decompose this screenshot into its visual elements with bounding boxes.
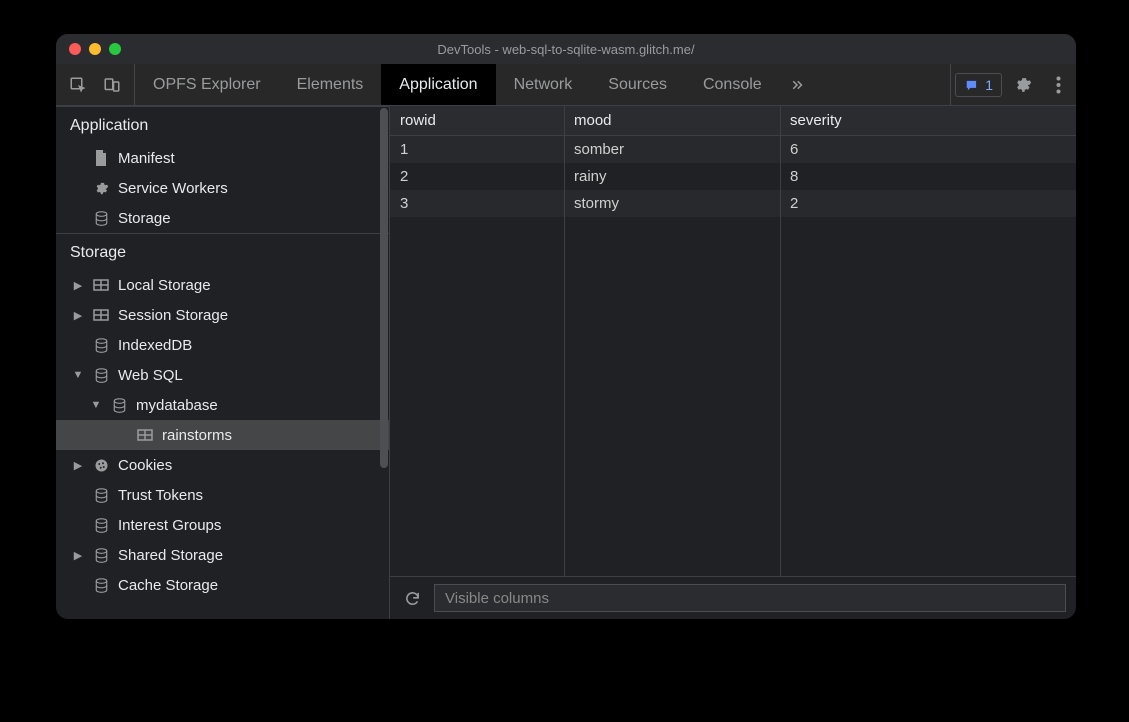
grid-footer [390,577,1076,619]
table-icon [92,279,110,291]
toolbar: OPFS Explorer Elements Application Netwo… [56,64,1076,106]
table-icon [92,309,110,321]
sidebar-label: Service Workers [118,180,228,197]
application-sidebar: Application ▶ Manifest ▶ Service Workers… [56,106,390,619]
table-header-row: rowid mood severity [390,106,1076,136]
sidebar-label: Session Storage [118,307,228,324]
sidebar-item-session-storage[interactable]: ▶ Session Storage [56,300,389,330]
sidebar-item-trust-tokens[interactable]: ▶ Trust Tokens [56,480,389,510]
cell: 2 [780,190,1076,217]
sidebar-item-mydatabase[interactable]: ▼ mydatabase [56,390,389,420]
sidebar-item-cookies[interactable]: ▶ Cookies [56,450,389,480]
table-row[interactable]: 1 somber 6 [390,136,1076,164]
sidebar-label: Local Storage [118,277,211,294]
titlebar: DevTools - web-sql-to-sqlite-wasm.glitch… [56,34,1076,64]
cell: 3 [390,190,564,217]
cell: 2 [390,163,564,190]
settings-icon[interactable] [1006,73,1040,97]
database-icon [92,488,110,503]
sidebar-item-service-workers[interactable]: ▶ Service Workers [56,173,389,203]
inspect-element-icon[interactable] [66,73,90,97]
cell: rainy [564,163,780,190]
gear-icon [92,181,110,196]
table-row[interactable]: 2 rainy 8 [390,163,1076,190]
section-storage-header: Storage [56,233,389,270]
chevron-down-icon: ▼ [72,369,84,381]
chevron-down-icon: ▼ [90,399,102,411]
traffic-lights [69,43,121,55]
chevron-right-icon: ▶ [72,309,84,322]
col-mood[interactable]: mood [564,106,780,136]
column-divider[interactable] [564,106,565,576]
file-icon [92,150,110,166]
cell: stormy [564,190,780,217]
chevron-right-icon: ▶ [72,279,84,292]
sidebar-item-storage[interactable]: ▶ Storage [56,203,389,233]
col-severity[interactable]: severity [780,106,1076,136]
devtools-tabs: OPFS Explorer Elements Application Netwo… [135,64,950,105]
device-toolbar-icon[interactable] [100,73,124,97]
table-icon [136,429,154,441]
window-title: DevTools - web-sql-to-sqlite-wasm.glitch… [56,42,1076,57]
sidebar-item-interest-groups[interactable]: ▶ Interest Groups [56,510,389,540]
database-icon [110,398,128,413]
tab-sources[interactable]: Sources [590,64,685,105]
sidebar-item-local-storage[interactable]: ▶ Local Storage [56,270,389,300]
tab-opfs-explorer[interactable]: OPFS Explorer [135,64,279,105]
sidebar-label: Cache Storage [118,577,218,594]
sidebar-scrollbar[interactable] [379,106,389,619]
devtools-window: DevTools - web-sql-to-sqlite-wasm.glitch… [56,34,1076,619]
chevron-right-icon: ▶ [72,549,84,562]
sidebar-item-rainstorms[interactable]: ▶ rainstorms [56,420,389,450]
database-icon [92,338,110,353]
tab-application[interactable]: Application [381,64,495,105]
database-icon [92,548,110,563]
chevron-right-icon: ▶ [72,459,84,472]
cell: somber [564,136,780,164]
sidebar-label: mydatabase [136,397,218,414]
sidebar-label: Cookies [118,457,172,474]
sidebar-item-shared-storage[interactable]: ▶ Shared Storage [56,540,389,570]
tabs-overflow-icon[interactable] [780,64,814,105]
database-icon [92,211,110,226]
sidebar-label: Web SQL [118,367,183,384]
tab-network[interactable]: Network [496,64,591,105]
minimize-window-button[interactable] [89,43,101,55]
tab-elements[interactable]: Elements [279,64,382,105]
refresh-icon[interactable] [400,586,424,610]
column-divider[interactable] [780,106,781,576]
sidebar-item-manifest[interactable]: ▶ Manifest [56,143,389,173]
close-window-button[interactable] [69,43,81,55]
sidebar-item-websql[interactable]: ▼ Web SQL [56,360,389,390]
cookie-icon [92,458,110,473]
sidebar-label: Manifest [118,150,175,167]
sidebar-label: Storage [118,210,171,227]
cell: 1 [390,136,564,164]
issues-count: 1 [985,77,993,93]
database-icon [92,368,110,383]
sidebar-scrollbar-thumb[interactable] [380,108,388,468]
section-application-header: Application [56,106,389,143]
visible-columns-input[interactable] [434,584,1066,612]
issues-button[interactable]: 1 [955,73,1002,97]
sidebar-label: Interest Groups [118,517,221,534]
sidebar-label: Shared Storage [118,547,223,564]
sidebar-item-cache-storage[interactable]: ▶ Cache Storage [56,570,389,600]
sidebar-label: rainstorms [162,427,232,444]
database-icon [92,518,110,533]
cell: 8 [780,163,1076,190]
database-icon [92,578,110,593]
cell: 6 [780,136,1076,164]
sidebar-label: Trust Tokens [118,487,203,504]
sidebar-item-indexeddb[interactable]: ▶ IndexedDB [56,330,389,360]
col-rowid[interactable]: rowid [390,106,564,136]
more-options-icon[interactable] [1044,73,1072,97]
sidebar-label: IndexedDB [118,337,192,354]
main-panel: rowid mood severity 1 somber 6 2 [390,106,1076,619]
data-grid: rowid mood severity 1 somber 6 2 [390,106,1076,577]
maximize-window-button[interactable] [109,43,121,55]
table-row[interactable]: 3 stormy 2 [390,190,1076,217]
tab-console[interactable]: Console [685,64,780,105]
